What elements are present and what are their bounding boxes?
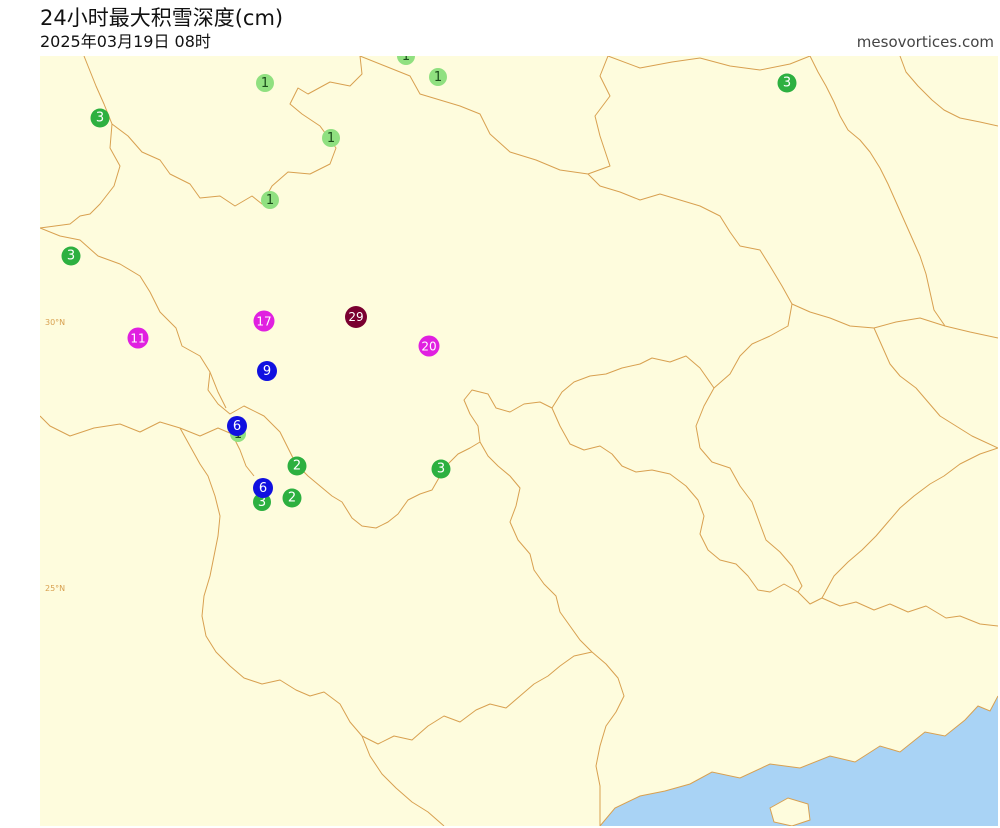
snow-depth-marker[interactable]: 6: [227, 416, 247, 436]
latitude-label-25n: 25°N: [45, 584, 66, 593]
map-title: 24小时最大积雪深度(cm): [40, 6, 284, 30]
snow-depth-marker[interactable]: 29: [345, 306, 367, 328]
basemap: [40, 56, 998, 826]
snow-depth-marker[interactable]: 17: [253, 310, 275, 332]
snow-depth-marker[interactable]: 11: [127, 327, 149, 349]
snow-depth-marker[interactable]: 1: [261, 191, 279, 209]
map-subtitle-date: 2025年03月19日 08时: [40, 32, 211, 51]
source-credit: mesovortices.com: [856, 33, 994, 51]
snow-depth-marker[interactable]: 3: [777, 73, 797, 93]
snow-depth-marker[interactable]: 1: [256, 74, 274, 92]
province-boundaries: [40, 56, 998, 826]
snow-depth-marker[interactable]: 3: [431, 459, 451, 479]
snow-depth-marker[interactable]: 6: [253, 478, 273, 498]
map-canvas[interactable]: 30°N 25°N 111111223333366911172029: [40, 56, 998, 826]
snow-depth-marker[interactable]: 3: [61, 246, 81, 266]
snow-depth-marker[interactable]: 2: [287, 456, 307, 476]
snow-depth-marker[interactable]: 20: [418, 335, 440, 357]
snow-depth-marker[interactable]: 1: [429, 68, 447, 86]
snow-depth-marker[interactable]: 2: [282, 488, 302, 508]
snow-depth-marker[interactable]: 3: [90, 108, 110, 128]
snow-depth-marker[interactable]: 1: [322, 129, 340, 147]
latitude-label-30n: 30°N: [45, 318, 66, 327]
snow-depth-marker[interactable]: 9: [257, 361, 277, 381]
